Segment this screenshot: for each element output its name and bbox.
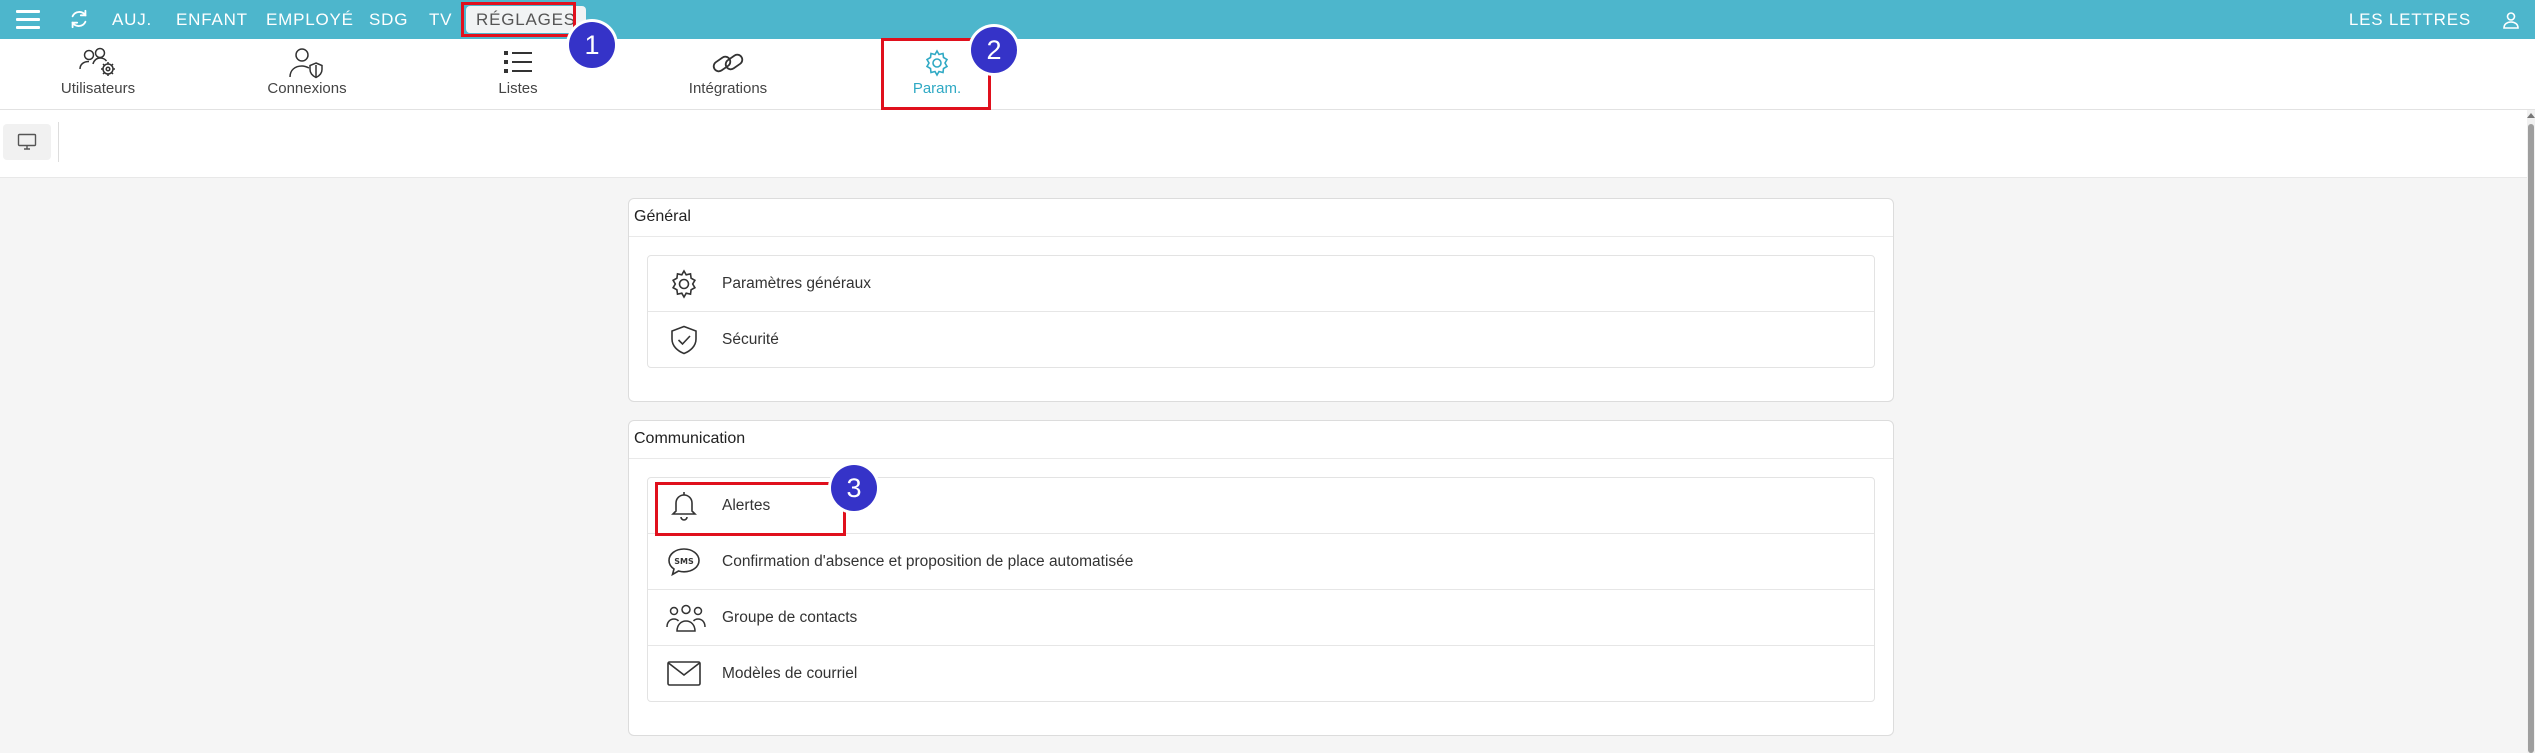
step-badge-2: 2	[971, 27, 1017, 73]
people-group-icon	[666, 604, 706, 632]
highlight-box-reglages	[461, 2, 576, 37]
user-shield-icon	[289, 48, 323, 79]
list-item-label: Paramètres généraux	[722, 275, 872, 292]
list-icon	[504, 51, 532, 73]
tab-utilisateurs[interactable]: Utilisateurs	[28, 39, 168, 109]
nav-tv[interactable]: TV	[429, 0, 452, 39]
settings-tab-bar: Utilisateurs Connexions Listes Intégrati…	[0, 39, 2535, 110]
tab-label: Utilisateurs	[60, 80, 136, 97]
list-item-modeles-courriel[interactable]: Modèles de courriel	[648, 645, 1874, 701]
tab-label: Connexions	[267, 80, 347, 97]
desktop-view-button[interactable]	[3, 124, 51, 160]
svg-text:SMS: SMS	[674, 557, 694, 566]
list-item-securite[interactable]: Sécurité	[648, 311, 1874, 367]
sms-icon: SMS	[668, 548, 700, 577]
scrollbar-thumb[interactable]	[2528, 124, 2534, 753]
highlight-box-alertes	[655, 482, 846, 536]
section-divider	[629, 236, 1893, 237]
scroll-up-arrow-icon[interactable]	[2527, 113, 2535, 118]
toolbar	[0, 110, 2535, 178]
list-item-groupe-contacts[interactable]: Groupe de contacts	[648, 589, 1874, 645]
tab-label: Listes	[498, 80, 538, 97]
user-icon[interactable]	[2501, 10, 2521, 30]
section-title: Général	[634, 208, 691, 225]
tab-connexions[interactable]: Connexions	[237, 39, 377, 109]
monitor-icon	[17, 133, 37, 150]
list-item-label: Confirmation d'absence et proposition de…	[722, 553, 1134, 570]
shield-check-icon	[671, 325, 697, 355]
nav-employe[interactable]: EMPLOYÉ	[266, 0, 354, 39]
list-item-label: Sécurité	[722, 331, 779, 348]
top-navigation-bar: AUJ. ENFANT EMPLOYÉ SDG TV RÉGLAGES LES …	[0, 0, 2535, 39]
envelope-icon	[667, 661, 701, 686]
nav-enfant[interactable]: ENFANT	[176, 0, 248, 39]
list-item-label: Modèles de courriel	[722, 665, 858, 682]
step-badge-3: 3	[831, 465, 877, 511]
toolbar-divider	[58, 122, 59, 162]
list-item-parametres-generaux[interactable]: Paramètres généraux	[648, 256, 1874, 311]
hamburger-menu-icon[interactable]	[16, 10, 40, 29]
section-title: Communication	[634, 430, 746, 447]
step-badge-1: 1	[569, 22, 615, 68]
settings-list: Paramètres généraux Sécurité	[647, 255, 1875, 368]
list-item-label: Groupe de contacts	[722, 609, 858, 626]
link-icon	[712, 53, 744, 73]
tab-integrations[interactable]: Intégrations	[658, 39, 798, 109]
tab-listes[interactable]: Listes	[448, 39, 588, 109]
users-gear-icon	[79, 47, 115, 76]
section-general: Général Paramètres généraux Sécurité	[628, 198, 1894, 402]
list-item-confirmation-absence[interactable]: SMS Confirmation d'absence et propositio…	[648, 533, 1874, 589]
refresh-icon[interactable]	[68, 8, 90, 30]
section-communication: Communication Alertes SMS Confirmation d…	[628, 420, 1894, 736]
section-divider	[629, 458, 1893, 459]
nav-auj[interactable]: AUJ.	[112, 0, 152, 39]
tab-label: Intégrations	[688, 80, 768, 97]
organization-name[interactable]: LES LETTRES	[2349, 0, 2471, 39]
nav-sdg[interactable]: SDG	[369, 0, 408, 39]
gear-icon	[671, 269, 697, 299]
